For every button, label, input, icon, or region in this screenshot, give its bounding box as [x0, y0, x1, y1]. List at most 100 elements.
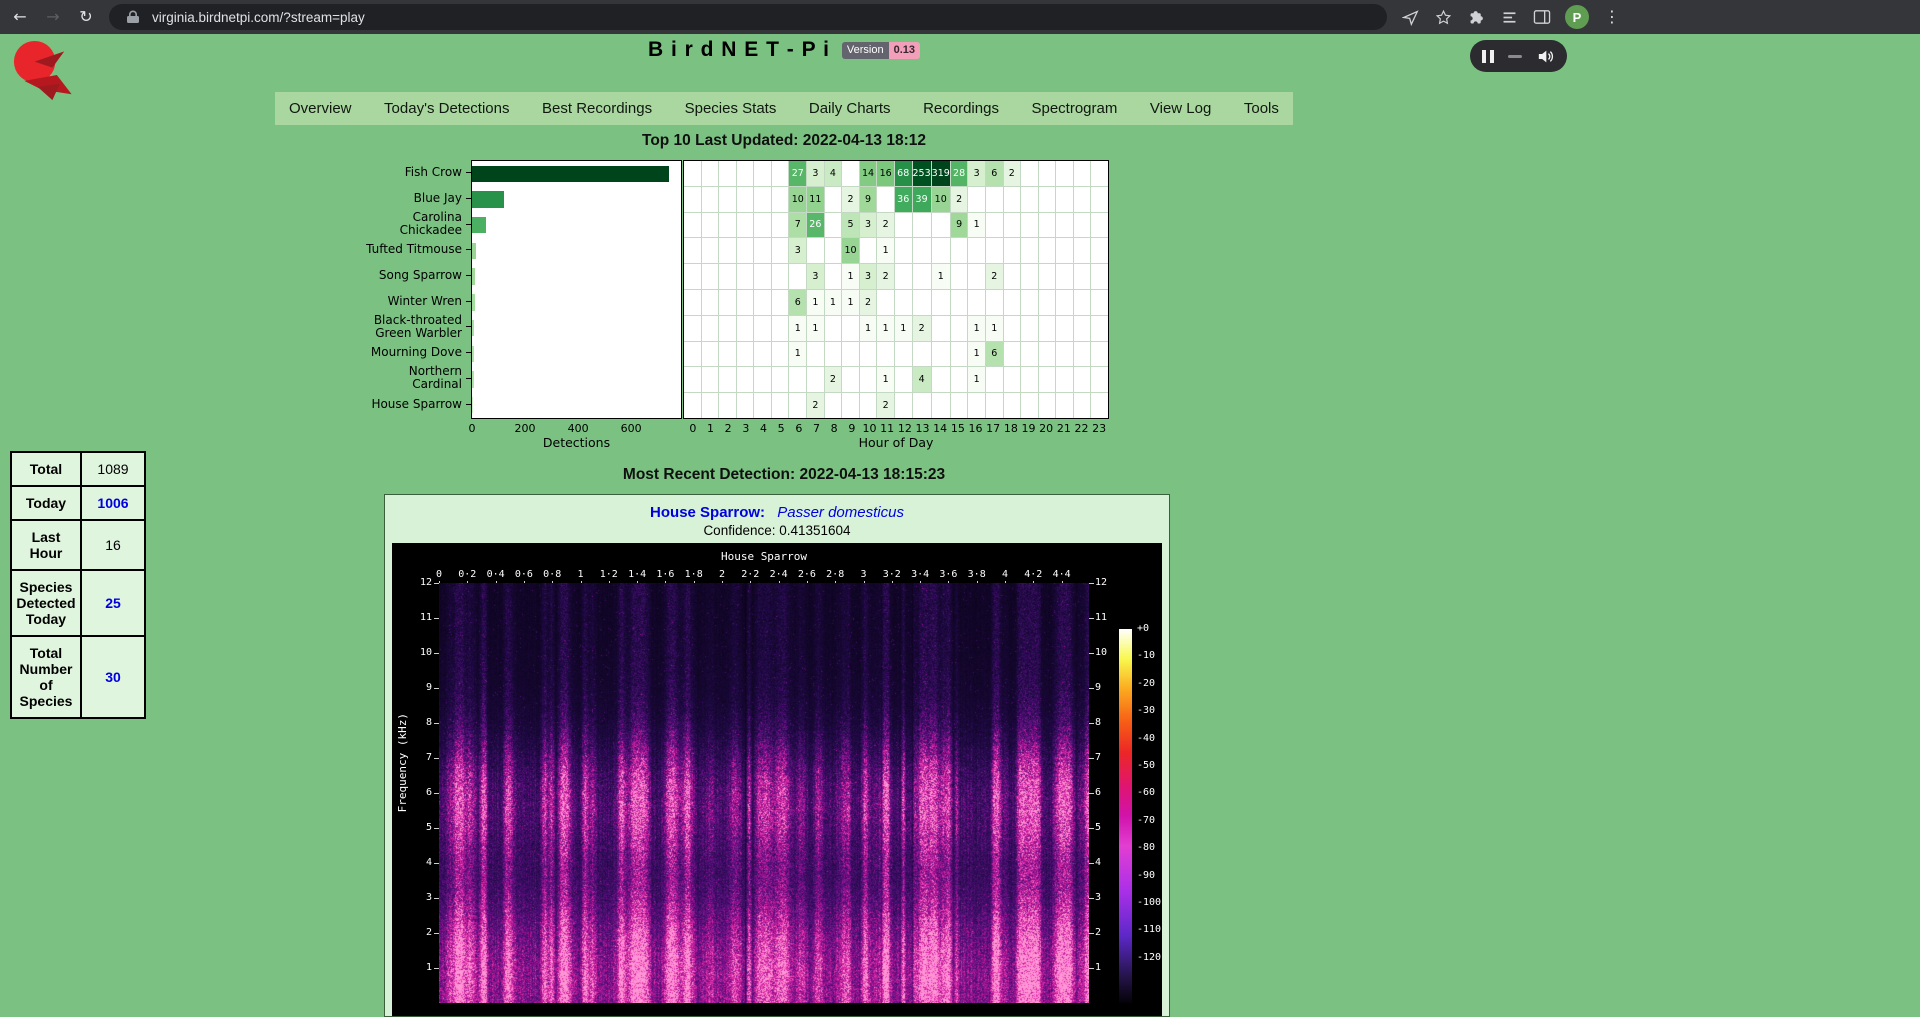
species-label-text: Song Sparrow: [379, 269, 462, 282]
stats-value-today[interactable]: 1006: [81, 486, 145, 520]
spec-xtick: 2·2: [741, 569, 759, 580]
stats-value-species-detected-today[interactable]: 25: [81, 570, 145, 636]
hour-xtick: 21: [1057, 422, 1071, 435]
heatmap-cell: 10: [932, 187, 950, 212]
species-label-text: NorthernCardinal: [409, 365, 462, 391]
reload-icon[interactable]: ↻: [76, 9, 96, 25]
spec-ytick: 3: [1095, 892, 1101, 903]
side-panel-icon[interactable]: [1532, 7, 1552, 27]
spec-ytick-mark: [1089, 758, 1094, 759]
spec-ytick: 1: [392, 962, 432, 973]
heatmap-cell: [968, 264, 985, 289]
audio-player[interactable]: [1470, 40, 1567, 72]
heatmap-cell: [684, 213, 701, 238]
heatmap-cell: [754, 367, 771, 392]
heatmap-cell: [754, 187, 771, 212]
heatmap-cell: [825, 316, 842, 341]
heatmap-cell: [1091, 264, 1108, 289]
nav-item-daily-charts[interactable]: Daily Charts: [809, 100, 891, 117]
seek-bar[interactable]: [1508, 55, 1522, 58]
url-bar[interactable]: virginia.birdnetpi.com/?stream=play: [109, 4, 1387, 30]
heatmap-cell: [1091, 213, 1108, 238]
heatmap-cell: [895, 290, 912, 315]
spec-ytick: 8: [1095, 717, 1101, 728]
heatmap-cell: [1021, 367, 1038, 392]
spectrogram-canvas: [439, 583, 1089, 1003]
heatmap-cell: [1091, 342, 1108, 367]
heatmap-cell: [1074, 290, 1091, 315]
extensions-icon[interactable]: [1466, 7, 1486, 27]
species-label: Tufted Titmouse: [309, 237, 471, 263]
heatmap-cell: [1056, 342, 1073, 367]
heatmap-cell: 1: [877, 238, 894, 263]
stats-row: Last Hour16: [11, 520, 145, 570]
heatmap-cell: [807, 238, 824, 263]
forward-icon[interactable]: →: [43, 9, 63, 25]
spec-ytick-mark: [1089, 618, 1094, 619]
media-controls-icon[interactable]: [1499, 7, 1519, 27]
heatmap-cell: [702, 161, 719, 186]
stats-label: Total Number of Species: [11, 636, 81, 718]
heatmap-cell: [1056, 213, 1073, 238]
species-label: Winter Wren: [309, 288, 471, 314]
heatmap-cell: 2: [1004, 161, 1021, 186]
heatmap-cell: [986, 213, 1003, 238]
heatmap-cell: [702, 316, 719, 341]
nav-item-spectrogram[interactable]: Spectrogram: [1031, 100, 1117, 117]
bar-song-sparrow: [472, 268, 475, 284]
heatmap-cell: [968, 187, 985, 212]
stats-value-total-number-of-species[interactable]: 30: [81, 636, 145, 718]
heatmap-cell: 1: [807, 290, 824, 315]
heatmap-cell: 1: [842, 264, 859, 289]
heatmap-cell: [932, 238, 950, 263]
recent-common-name[interactable]: House Sparrow:: [650, 504, 765, 521]
hour-xtick: 22: [1075, 422, 1089, 435]
heatmap-cell: [1074, 393, 1091, 418]
back-icon[interactable]: ←: [10, 9, 30, 25]
spec-ytick-mark: [1089, 723, 1094, 724]
heatmap-cell: [932, 290, 950, 315]
heatmap-cell: [1074, 367, 1091, 392]
heatmap-cell: 68: [895, 161, 912, 186]
heatmap-cell: [772, 290, 789, 315]
hour-xtick: 1: [707, 422, 714, 435]
nav-item-best-recordings[interactable]: Best Recordings: [542, 100, 652, 117]
nav-item-recordings[interactable]: Recordings: [923, 100, 999, 117]
heatmap-cell: [877, 342, 894, 367]
colorbar-tick: -100: [1137, 897, 1161, 908]
top10-heading: Top 10 Last Updated: 2022-04-13 18:12: [0, 132, 1568, 150]
profile-avatar[interactable]: P: [1565, 5, 1589, 29]
send-icon[interactable]: [1400, 7, 1420, 27]
heatmap-cell: [737, 367, 754, 392]
heatmap-cell: [684, 342, 701, 367]
heatmap-cell: [932, 342, 950, 367]
nav-item-tools[interactable]: Tools: [1244, 100, 1279, 117]
nav-item-today-s-detections[interactable]: Today's Detections: [384, 100, 509, 117]
bookmark-star-icon[interactable]: [1433, 7, 1453, 27]
volume-icon[interactable]: [1535, 46, 1555, 66]
bar-xtick: 600: [621, 422, 642, 435]
heatmap-cell: [737, 264, 754, 289]
recent-detection-names: House Sparrow: Passer domesticus: [385, 504, 1169, 521]
heatmap-cell: 253: [913, 161, 931, 186]
heatmap-cell: [1091, 393, 1108, 418]
heatmap-cell: 3: [807, 264, 824, 289]
heatmap-cell: [895, 238, 912, 263]
heatmap-cell: [913, 213, 931, 238]
heatmap-cell: [1004, 367, 1021, 392]
species-label-text: Fish Crow: [405, 166, 462, 179]
heatmap-cell: [772, 316, 789, 341]
nav-item-overview[interactable]: Overview: [289, 100, 352, 117]
nav-item-species-stats[interactable]: Species Stats: [685, 100, 777, 117]
heatmap-cell: [1074, 187, 1091, 212]
menu-kebab-icon[interactable]: ⋮: [1602, 9, 1622, 25]
pause-button[interactable]: [1482, 50, 1494, 63]
heatmap-cell: [860, 393, 877, 418]
nav-item-view-log[interactable]: View Log: [1150, 100, 1211, 117]
heatmap-cell: [932, 367, 950, 392]
heatmap-cell: 1: [968, 316, 985, 341]
heatmap-cell: [789, 367, 806, 392]
heatmap-cell: [772, 213, 789, 238]
spec-ytick: 5: [1095, 822, 1101, 833]
heatmap-cell: 2: [825, 367, 842, 392]
